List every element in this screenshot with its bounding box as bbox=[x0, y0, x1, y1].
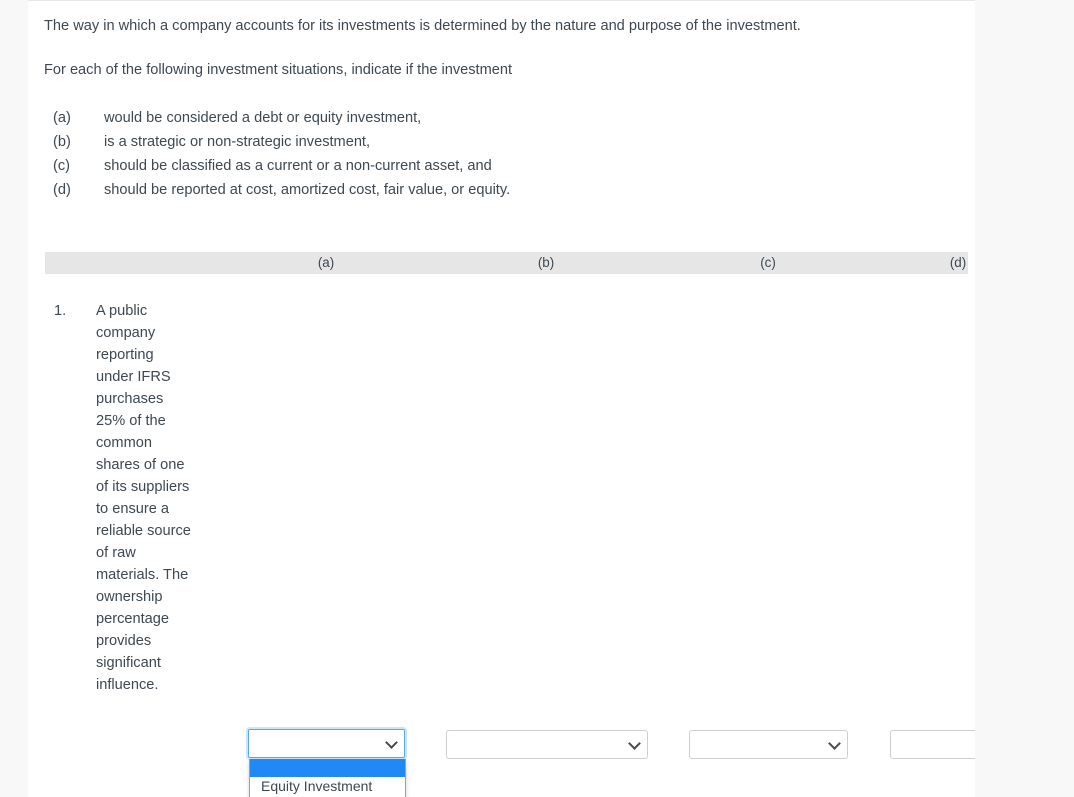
document-content: The way in which a company accounts for … bbox=[28, 1, 975, 797]
requirement-text-a: would be considered a debt or equity inv… bbox=[104, 110, 422, 126]
column-header-c: (c) bbox=[760, 255, 776, 270]
answer-select-a-option-list[interactable]: Equity Investment Debt Investment bbox=[249, 759, 406, 797]
answer-select-a[interactable] bbox=[248, 729, 405, 758]
document-sheet: The way in which a company accounts for … bbox=[28, 0, 975, 797]
answer-select-c[interactable] bbox=[689, 730, 848, 759]
instruction-paragraph: For each of the following investment sit… bbox=[44, 62, 513, 78]
answer-select-b[interactable] bbox=[446, 730, 648, 759]
column-header-a: (a) bbox=[317, 255, 335, 270]
requirement-text-d: should be reported at cost, amortized co… bbox=[104, 182, 511, 198]
answer-table: (a) (b) (c) (d) 1. A public company repo… bbox=[45, 252, 975, 797]
requirement-label-b: (b) bbox=[53, 134, 71, 150]
requirement-text-c: should be classified as a current or a n… bbox=[104, 158, 492, 174]
screenshot-viewport: The way in which a company accounts for … bbox=[0, 0, 1074, 797]
requirement-text-b: is a strategic or non-strategic investme… bbox=[104, 134, 371, 150]
requirement-label-c: (c) bbox=[53, 158, 71, 174]
column-header-b: (b) bbox=[537, 255, 555, 270]
requirement-item-c: (c) should be classified as a current or… bbox=[44, 154, 804, 178]
requirement-item-a: (a) would be considered a debt or equity… bbox=[44, 106, 804, 130]
option-equity-investment[interactable]: Equity Investment bbox=[250, 777, 405, 796]
chevron-down-icon bbox=[830, 739, 839, 748]
row-number: 1. bbox=[54, 303, 67, 319]
requirement-item-d: (d) should be reported at cost, amortize… bbox=[44, 178, 804, 202]
answer-cell-a: Equity Investment Debt Investment bbox=[248, 729, 406, 797]
answer-cell-c bbox=[689, 730, 848, 759]
requirement-label-a: (a) bbox=[53, 110, 71, 126]
intro-paragraph: The way in which a company accounts for … bbox=[44, 18, 801, 34]
table-row: 1. A public company reporting under IFRS… bbox=[45, 300, 975, 797]
requirement-label-d: (d) bbox=[53, 182, 71, 198]
table-header-row: (a) (b) (c) (d) bbox=[45, 252, 968, 274]
chevron-down-icon bbox=[630, 739, 639, 748]
answer-select-d[interactable] bbox=[890, 730, 975, 759]
page-left-margin bbox=[0, 0, 28, 797]
column-header-d: (d) bbox=[949, 255, 967, 270]
answer-cell-b bbox=[446, 730, 648, 759]
answer-cell-d bbox=[890, 730, 975, 759]
chevron-down-icon bbox=[387, 738, 396, 747]
option-blank[interactable] bbox=[250, 759, 405, 777]
requirements-list: (a) would be considered a debt or equity… bbox=[44, 106, 804, 202]
row-prompt: A public company reporting under IFRS pu… bbox=[96, 303, 191, 693]
requirement-item-b: (b) is a strategic or non-strategic inve… bbox=[44, 130, 804, 154]
